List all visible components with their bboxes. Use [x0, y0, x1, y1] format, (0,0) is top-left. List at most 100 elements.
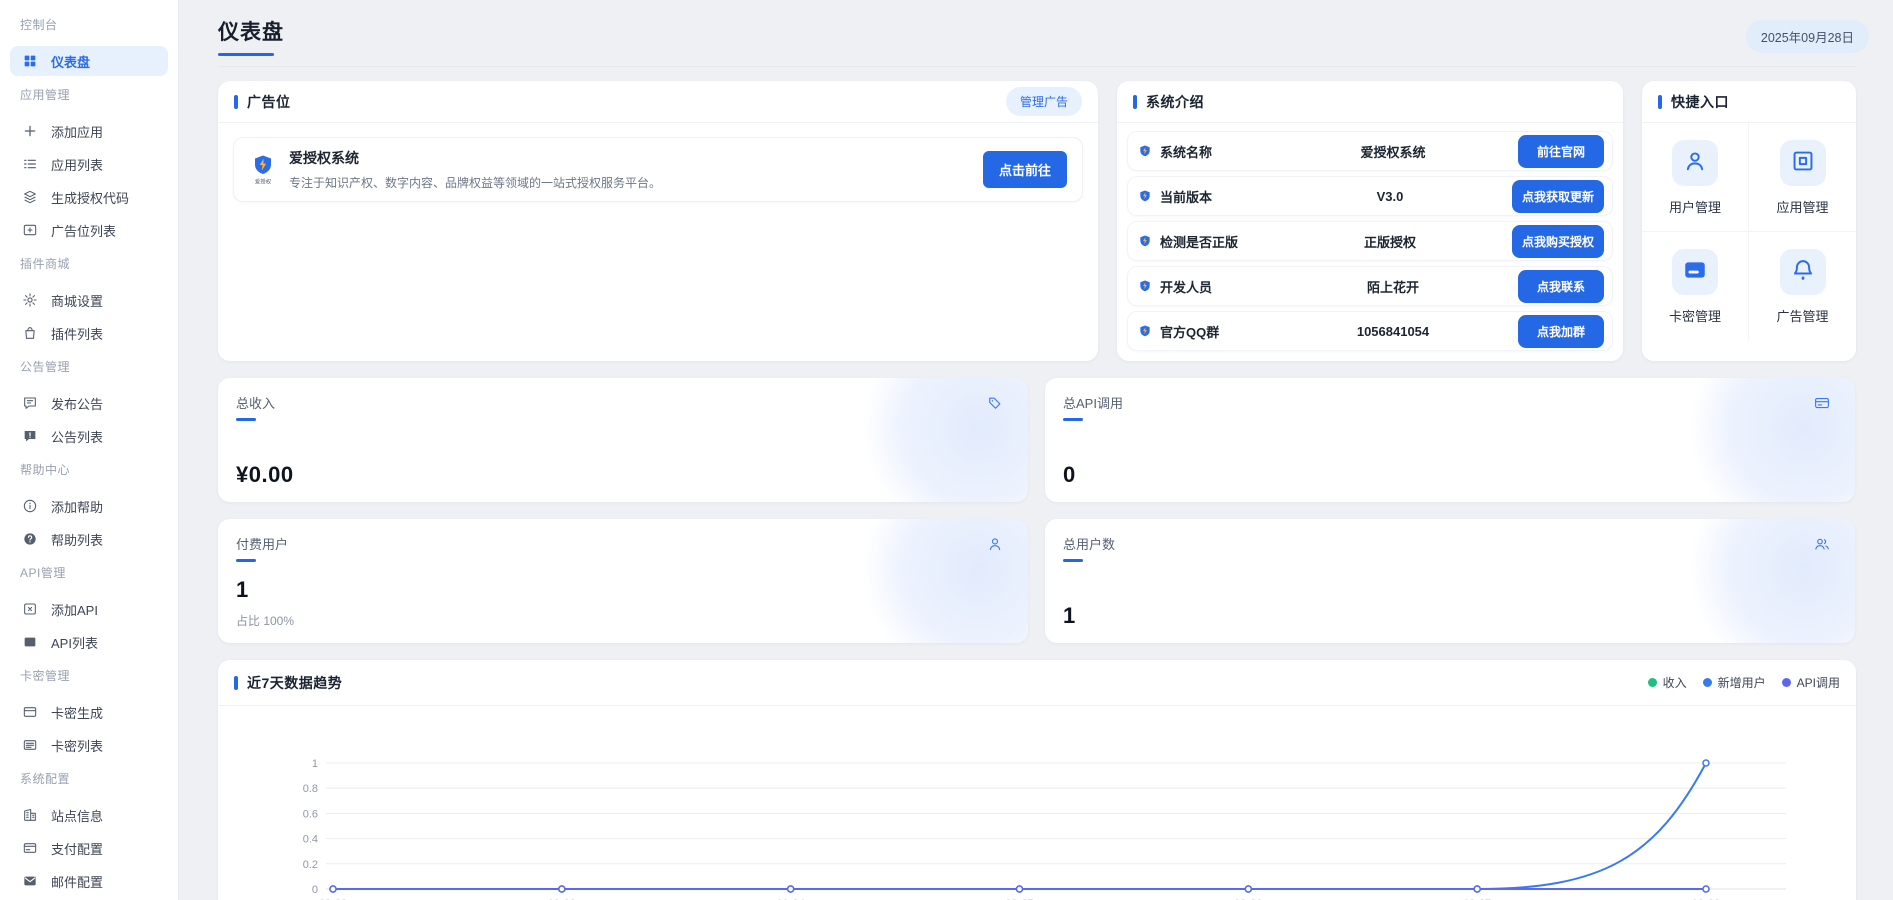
title-underline: [218, 53, 274, 56]
sidebar-item-label: 邮件配置: [51, 872, 103, 891]
sidebar-section: 插件商城商城设置插件列表: [8, 255, 170, 348]
system-intro-row: 官方QQ群1056841054点我加群: [1127, 311, 1613, 351]
system-row-button[interactable]: 点我获取更新: [1512, 180, 1604, 213]
sidebar-item-layers[interactable]: 生成授权代码: [10, 182, 168, 212]
sidebar-item-ad-box[interactable]: 广告位列表: [10, 215, 168, 245]
system-card-title: 系统介绍: [1146, 92, 1204, 112]
tag-icon: [986, 394, 1004, 412]
system-intro-row: 系统名称爱授权系统前往官网: [1127, 131, 1613, 171]
stat-label-underline: [1063, 559, 1083, 562]
sidebar-item-label: 卡密列表: [51, 736, 103, 755]
sidebar-section-label: API管理: [8, 564, 170, 591]
sidebar-item-chat[interactable]: 发布公告: [10, 388, 168, 418]
system-row-value: 陌上花开: [1268, 277, 1518, 296]
quick-link-label: 应用管理: [1776, 197, 1828, 216]
sidebar-item-mail[interactable]: 邮件配置: [10, 866, 168, 896]
ad-item[interactable]: 爱授权 爱授权系统 专注于知识产权、数字内容、品牌权益等领域的一站式授权服务平台…: [233, 137, 1083, 202]
app-square-icon: [1790, 148, 1816, 179]
users-icon: [1813, 535, 1831, 553]
manage-ads-button[interactable]: 管理广告: [1006, 87, 1082, 116]
sidebar-item-info-circle[interactable]: 添加帮助: [10, 491, 168, 521]
sidebar-item-gear[interactable]: 商城设置: [10, 285, 168, 315]
system-row-button[interactable]: 点我联系: [1518, 270, 1604, 303]
system-row-button[interactable]: 前往官网: [1518, 135, 1604, 168]
sidebar-item-label: 商城设置: [51, 291, 103, 310]
sidebar-item-chat-alert[interactable]: 公告列表: [10, 421, 168, 451]
quick-link-tile: [1672, 140, 1718, 186]
list-icon: [22, 156, 38, 172]
ad-description: 专注于知识产权、数字内容、品牌权益等领域的一站式授权服务平台。: [289, 174, 971, 191]
sidebar-section-label: 控制台: [8, 16, 170, 43]
square-filled-icon: [22, 634, 38, 650]
quick-links-grid: 用户管理 应用管理卡密管理广告管理: [1642, 123, 1856, 340]
sidebar-item-question-circle[interactable]: 帮助列表: [10, 524, 168, 554]
system-row-button[interactable]: 点我加群: [1518, 315, 1604, 348]
top-cards-row: 广告位 管理广告 爱授权 爱授权系统 专注于知识产权、数字内容、品牌权益等领域的…: [218, 81, 1856, 361]
bag-icon: [22, 325, 38, 341]
quick-link-label: 用户管理: [1669, 197, 1721, 216]
sidebar-item-plus[interactable]: 添加应用: [10, 116, 168, 146]
sidebar-item-label: 卡密生成: [51, 703, 103, 722]
stat-label-underline: [1063, 418, 1083, 421]
quick-link-card-filled[interactable]: 卡密管理: [1642, 232, 1749, 340]
quick-link-tile: [1780, 249, 1826, 295]
api-ticket-icon: [1813, 394, 1831, 412]
sidebar-section: 公告管理发布公告公告列表: [8, 358, 170, 451]
sidebar-item-label: 支付配置: [51, 839, 103, 858]
system-intro-row: 开发人员陌上花开点我联系: [1127, 266, 1613, 306]
legend-item[interactable]: 新增用户: [1703, 674, 1766, 691]
system-row-label: 检测是否正版: [1160, 232, 1268, 251]
svg-text:0: 0: [312, 884, 318, 896]
legend-item[interactable]: 收入: [1648, 674, 1687, 691]
quick-link-app-square[interactable]: 应用管理: [1749, 123, 1856, 232]
system-intro-row: 检测是否正版正版授权点我购买授权: [1127, 221, 1613, 261]
page-title: 仪表盘: [218, 16, 1856, 46]
square-x-icon: [22, 601, 38, 617]
sidebar-item-label: 插件列表: [51, 324, 103, 343]
sidebar-item-credit-card[interactable]: 支付配置: [10, 833, 168, 863]
sidebar-item-label: 帮助列表: [51, 530, 103, 549]
stat-value: 0: [1063, 462, 1837, 488]
sidebar-item-square-x[interactable]: 添加API: [10, 594, 168, 624]
legend-label: 新增用户: [1718, 674, 1766, 691]
sidebar-item-card[interactable]: 卡密生成: [10, 697, 168, 727]
legend-label: 收入: [1663, 674, 1687, 691]
sidebar-section: 卡密管理卡密生成卡密列表: [8, 667, 170, 760]
trend-line-chart: 00.20.40.60.8109-2209-2309-2409-2509-260…: [238, 716, 1795, 900]
system-row-button[interactable]: 点我购买授权: [1512, 225, 1604, 258]
legend-item[interactable]: API调用: [1782, 674, 1840, 691]
system-card-body: 系统名称爱授权系统前往官网当前版本V3.0点我获取更新检测是否正版正版授权点我购…: [1117, 123, 1623, 364]
svg-text:1: 1: [312, 758, 318, 770]
card-icon: [22, 704, 38, 720]
ad-card-body: 爱授权 爱授权系统 专注于知识产权、数字内容、品牌权益等领域的一站式授权服务平台…: [218, 123, 1098, 216]
section-accent-bar: [1133, 95, 1137, 109]
stat-subtext: 占比 100%: [236, 612, 1010, 629]
quick-entry-card: 快捷入口 用户管理应用管理卡密管理广告管理: [1642, 81, 1856, 361]
trend-chart-card: 近7天数据趋势 收入新增用户API调用 00.20.40.60.8109-220…: [218, 660, 1856, 900]
section-accent-bar: [234, 95, 238, 109]
sidebar-item-list[interactable]: 应用列表: [10, 149, 168, 179]
sidebar-item-square-filled[interactable]: API列表: [10, 627, 168, 657]
stats-row-1: 总收入¥0.00总API调用0: [218, 378, 1856, 502]
sidebar-section: API管理添加APIAPI列表: [8, 564, 170, 657]
sidebar-item-bag[interactable]: 插件列表: [10, 318, 168, 348]
svg-text:0.4: 0.4: [303, 834, 318, 846]
system-row-value: V3.0: [1268, 189, 1512, 204]
sidebar-item-card-lines[interactable]: 卡密列表: [10, 730, 168, 760]
legend-label: API调用: [1797, 674, 1840, 691]
shield-logo-icon: [1138, 234, 1152, 249]
info-circle-icon: [22, 498, 38, 514]
quick-link-user[interactable]: 用户管理: [1642, 123, 1749, 232]
go-to-ad-button[interactable]: 点击前往: [983, 151, 1067, 188]
sidebar-item-building[interactable]: 站点信息: [10, 800, 168, 830]
sidebar-section-label: 系统配置: [8, 770, 170, 797]
sidebar-nav: 控制台仪表盘应用管理添加应用应用列表生成授权代码广告位列表插件商城商城设置插件列…: [8, 16, 170, 896]
sidebar-section: 控制台仪表盘: [8, 16, 170, 76]
system-row-value: 爱授权系统: [1268, 142, 1518, 161]
sidebar-item-dashboard[interactable]: 仪表盘: [10, 46, 168, 76]
shield-logo-icon: 爱授权: [249, 153, 277, 186]
stat-label: 总API调用: [1063, 393, 1837, 412]
chart-card-header: 近7天数据趋势 收入新增用户API调用: [218, 660, 1856, 706]
quick-link-tile: [1672, 249, 1718, 295]
quick-link-bell[interactable]: 广告管理: [1749, 232, 1856, 340]
